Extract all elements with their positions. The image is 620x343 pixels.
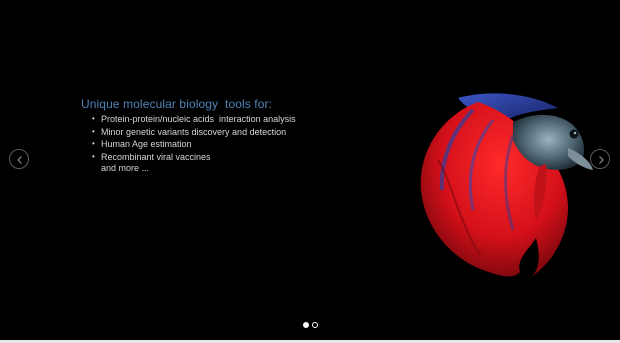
list-item: • Human Age estimation <box>92 138 296 151</box>
tool-label: Human Age estimation <box>101 139 192 149</box>
prev-slide-button[interactable] <box>9 149 29 169</box>
bullet-icon: • <box>92 139 95 148</box>
bullet-icon: • <box>92 114 95 123</box>
tool-label: Protein-protein/nucleic acids interactio… <box>101 114 296 124</box>
more-text: and more ... <box>101 163 150 173</box>
betta-fish-illustration <box>420 93 593 280</box>
list-item: • Minor genetic variants discovery and de… <box>92 126 296 139</box>
list-item: • Protein-protein/nucleic acids interacti… <box>92 113 296 126</box>
bullet-icon: • <box>92 151 95 161</box>
next-slide-button[interactable] <box>590 149 610 169</box>
hero-slider: Unique molecular biology tools for: • Pro… <box>0 0 620 340</box>
slide-dot-1-active[interactable] <box>303 322 309 328</box>
bullet-icon: • <box>92 126 95 136</box>
chevron-right-icon <box>599 156 604 164</box>
chevron-left-icon <box>17 156 22 164</box>
tool-label: Minor genetic variants discovery and det… <box>101 126 287 137</box>
slide-headline: Unique molecular biology tools for: <box>81 97 273 111</box>
slide-dot-2[interactable] <box>312 322 318 328</box>
tool-label: Recombinant viral vaccines <box>101 151 211 162</box>
tools-list: • Protein-protein/nucleic acids interacti… <box>92 113 296 163</box>
